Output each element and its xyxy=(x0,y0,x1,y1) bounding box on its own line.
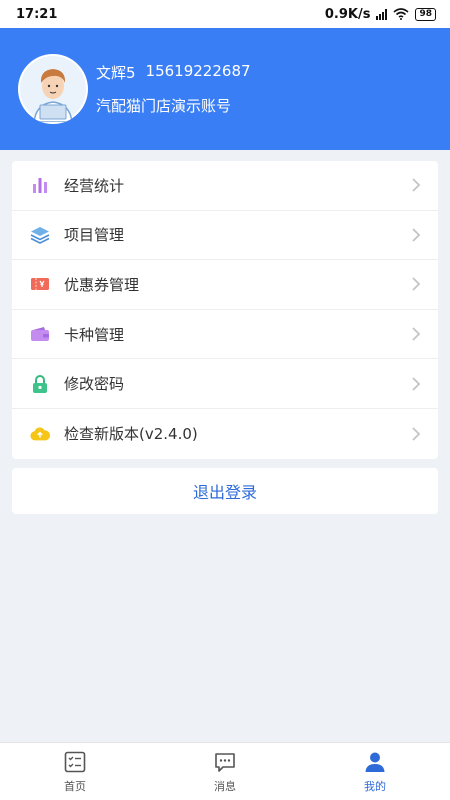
logout-button[interactable]: 退出登录 xyxy=(12,468,438,514)
nav-label: 首页 xyxy=(64,779,86,793)
layers-icon xyxy=(30,225,50,245)
battery-icon: 98 xyxy=(415,7,436,21)
home-checklist-icon xyxy=(64,751,86,772)
cloud-upload-icon xyxy=(30,424,50,444)
status-indicators: 0.9K/s 98 xyxy=(325,7,436,22)
network-speed: 0.9K/s xyxy=(324,6,371,22)
wifi-icon xyxy=(393,8,409,20)
chevron-right-icon xyxy=(412,277,421,292)
store-name: 汽配猫门店演示账号 xyxy=(96,97,232,115)
nav-tab-mine[interactable]: 我的 xyxy=(300,743,450,800)
menu-item-business-stats[interactable]: 经营统计 xyxy=(12,161,438,211)
menu-label: 卡种管理 xyxy=(64,325,125,344)
avatar-illustration-icon xyxy=(20,56,86,122)
menu-label: 项目管理 xyxy=(64,226,125,245)
chevron-right-icon xyxy=(412,178,421,192)
menu-item-card-type-management[interactable]: 卡种管理 xyxy=(12,310,438,360)
chevron-right-icon xyxy=(412,427,421,441)
lock-icon xyxy=(30,374,50,394)
nav-label: 我的 xyxy=(364,779,386,793)
bottom-nav: 首页 消息 我的 xyxy=(0,742,450,800)
user-info: 文辉5 15619222687 汽配猫门店演示账号 xyxy=(96,62,251,116)
user-name: 文辉5 xyxy=(96,64,136,82)
menu-item-change-password[interactable]: 修改密码 xyxy=(12,359,438,409)
status-time: 17:21 xyxy=(16,6,58,22)
wallet-icon xyxy=(30,324,50,344)
nav-tab-home[interactable]: 首页 xyxy=(0,743,150,800)
nav-tab-messages[interactable]: 消息 xyxy=(150,743,300,800)
coupon-icon xyxy=(30,274,50,294)
menu-item-coupon-management[interactable]: 优惠券管理 xyxy=(12,260,438,310)
nav-label: 消息 xyxy=(214,779,236,793)
chevron-right-icon xyxy=(412,327,421,341)
user-phone: 15619222687 xyxy=(145,62,251,80)
profile-header: 文辉5 15619222687 汽配猫门店演示账号 xyxy=(0,28,450,150)
menu-label: 修改密码 xyxy=(64,375,125,394)
avatar[interactable] xyxy=(18,54,88,124)
message-icon xyxy=(215,752,235,772)
menu-item-check-update[interactable]: 检查新版本(v2.4.0) xyxy=(12,409,438,459)
battery-level: 98 xyxy=(419,8,432,19)
chevron-right-icon xyxy=(412,377,421,391)
menu-label: 检查新版本(v2.4.0) xyxy=(64,425,198,444)
menu-item-project-management[interactable]: 项目管理 xyxy=(12,211,438,261)
settings-menu: 经营统计 项目管理 优惠券管理 卡种管理 修改密码 检查新版本(v2.4.0) xyxy=(12,161,438,459)
chevron-right-icon xyxy=(412,228,421,242)
bar-chart-icon xyxy=(30,175,50,195)
user-icon xyxy=(365,752,385,772)
menu-label: 优惠券管理 xyxy=(64,275,140,294)
signal-icon xyxy=(376,8,388,20)
menu-label: 经营统计 xyxy=(64,176,125,195)
status-bar: 17:21 0.9K/s 98 xyxy=(0,0,450,28)
